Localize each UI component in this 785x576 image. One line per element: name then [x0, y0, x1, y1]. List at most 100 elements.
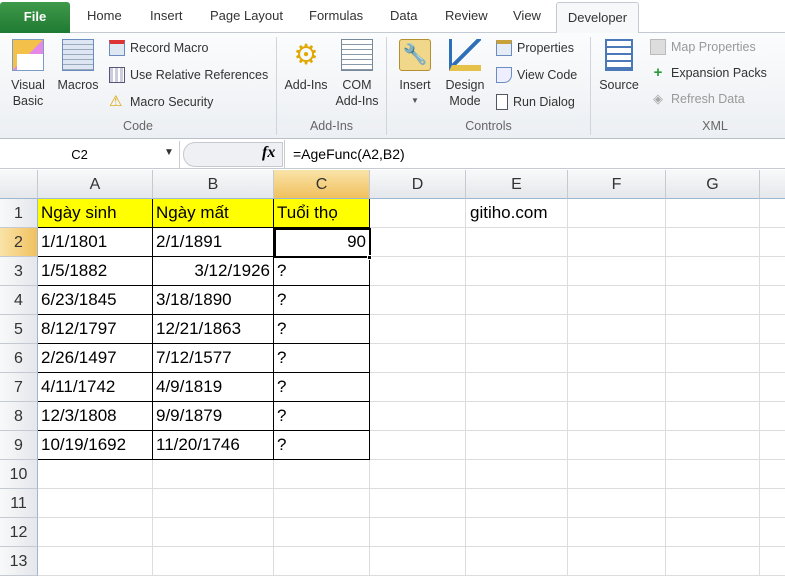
cell-b12[interactable]	[153, 518, 274, 547]
cell-f8[interactable]	[568, 402, 666, 431]
tab-insert[interactable]: Insert	[150, 8, 183, 23]
cell-e8[interactable]	[466, 402, 568, 431]
cell-e5[interactable]	[466, 315, 568, 344]
cell-b5[interactable]: 12/21/1863	[153, 315, 274, 344]
row-header-1[interactable]: 1	[0, 199, 38, 228]
row-header-6[interactable]: 6	[0, 344, 38, 373]
row-header-13[interactable]: 13	[0, 547, 38, 576]
cell-h3[interactable]	[760, 257, 785, 286]
cell-d2[interactable]	[370, 228, 466, 257]
fill-handle[interactable]	[367, 255, 372, 260]
cell-b11[interactable]	[153, 489, 274, 518]
cell-c1[interactable]: Tuổi thọ	[274, 199, 370, 228]
visual-basic-button[interactable]: Visual Basic	[6, 39, 50, 109]
cell-a13[interactable]	[38, 547, 153, 576]
cell-b2[interactable]: 2/1/1891	[153, 228, 274, 257]
cell-b10[interactable]	[153, 460, 274, 489]
cell-d7[interactable]	[370, 373, 466, 402]
cell-f9[interactable]	[568, 431, 666, 460]
cell-g13[interactable]	[666, 547, 760, 576]
cell-g8[interactable]	[666, 402, 760, 431]
cell-f13[interactable]	[568, 547, 666, 576]
cell-c11[interactable]	[274, 489, 370, 518]
cell-h11[interactable]	[760, 489, 785, 518]
cell-c4[interactable]: ?	[274, 286, 370, 315]
cell-e7[interactable]	[466, 373, 568, 402]
expansion-packs-button[interactable]: + Expansion Packs	[650, 65, 767, 81]
cell-d10[interactable]	[370, 460, 466, 489]
column-header-b[interactable]: B	[153, 170, 274, 199]
cell-a3[interactable]: 1/5/1882	[38, 257, 153, 286]
cell-h5[interactable]	[760, 315, 785, 344]
cell-c13[interactable]	[274, 547, 370, 576]
tab-home[interactable]: Home	[87, 8, 122, 23]
cell-h9[interactable]	[760, 431, 785, 460]
cell-f12[interactable]	[568, 518, 666, 547]
cell-f7[interactable]	[568, 373, 666, 402]
cell-h13[interactable]	[760, 547, 785, 576]
tab-formulas[interactable]: Formulas	[309, 8, 363, 23]
cell-f2[interactable]	[568, 228, 666, 257]
cell-f5[interactable]	[568, 315, 666, 344]
cell-b4[interactable]: 3/18/1890	[153, 286, 274, 315]
cell-d11[interactable]	[370, 489, 466, 518]
cell-c3[interactable]: ?	[274, 257, 370, 286]
cell-e3[interactable]	[466, 257, 568, 286]
cell-e2[interactable]	[466, 228, 568, 257]
row-header-7[interactable]: 7	[0, 373, 38, 402]
cell-h12[interactable]	[760, 518, 785, 547]
cell-h4[interactable]	[760, 286, 785, 315]
cell-b13[interactable]	[153, 547, 274, 576]
view-code-button[interactable]: View Code	[496, 67, 577, 83]
insert-function-icon[interactable]: fx	[262, 144, 275, 162]
row-header-8[interactable]: 8	[0, 402, 38, 431]
cell-f10[interactable]	[568, 460, 666, 489]
cell-a1[interactable]: Ngày sinh	[38, 199, 153, 228]
cell-g1[interactable]	[666, 199, 760, 228]
cell-d4[interactable]	[370, 286, 466, 315]
cell-c7[interactable]: ?	[274, 373, 370, 402]
cell-e4[interactable]	[466, 286, 568, 315]
cell-a8[interactable]: 12/3/1808	[38, 402, 153, 431]
cell-b9[interactable]: 11/20/1746	[153, 431, 274, 460]
cell-h10[interactable]	[760, 460, 785, 489]
cell-a6[interactable]: 2/26/1497	[38, 344, 153, 373]
row-header-4[interactable]: 4	[0, 286, 38, 315]
formula-input[interactable]: =AgeFunc(A2,B2)	[284, 140, 785, 168]
cell-d1[interactable]	[370, 199, 466, 228]
cell-a7[interactable]: 4/11/1742	[38, 373, 153, 402]
cell-a4[interactable]: 6/23/1845	[38, 286, 153, 315]
cell-d5[interactable]	[370, 315, 466, 344]
run-dialog-button[interactable]: Run Dialog	[496, 94, 575, 110]
cell-a5[interactable]: 8/12/1797	[38, 315, 153, 344]
cell-e6[interactable]	[466, 344, 568, 373]
cell-d9[interactable]	[370, 431, 466, 460]
cell-g11[interactable]	[666, 489, 760, 518]
tab-data[interactable]: Data	[390, 8, 417, 23]
macros-button[interactable]: Macros	[55, 39, 101, 93]
tab-page-layout[interactable]: Page Layout	[210, 8, 283, 23]
row-header-9[interactable]: 9	[0, 431, 38, 460]
cell-b1[interactable]: Ngày mất	[153, 199, 274, 228]
macro-security-button[interactable]: ⚠ Macro Security	[109, 94, 213, 110]
tab-view[interactable]: View	[513, 8, 541, 23]
cell-h7[interactable]	[760, 373, 785, 402]
row-header-11[interactable]: 11	[0, 489, 38, 518]
cell-f11[interactable]	[568, 489, 666, 518]
column-header-g[interactable]: G	[666, 170, 760, 199]
cell-b7[interactable]: 4/9/1819	[153, 373, 274, 402]
source-button[interactable]: Source	[596, 39, 642, 93]
cell-g2[interactable]	[666, 228, 760, 257]
cell-a12[interactable]	[38, 518, 153, 547]
select-all-button[interactable]	[0, 170, 38, 199]
row-header-10[interactable]: 10	[0, 460, 38, 489]
cell-g4[interactable]	[666, 286, 760, 315]
cell-h8[interactable]	[760, 402, 785, 431]
cell-h6[interactable]	[760, 344, 785, 373]
cell-d6[interactable]	[370, 344, 466, 373]
add-ins-button[interactable]: ⚙ Add-Ins	[282, 39, 330, 93]
cell-f6[interactable]	[568, 344, 666, 373]
cell-d8[interactable]	[370, 402, 466, 431]
tab-review[interactable]: Review	[445, 8, 488, 23]
cell-c9[interactable]: ?	[274, 431, 370, 460]
